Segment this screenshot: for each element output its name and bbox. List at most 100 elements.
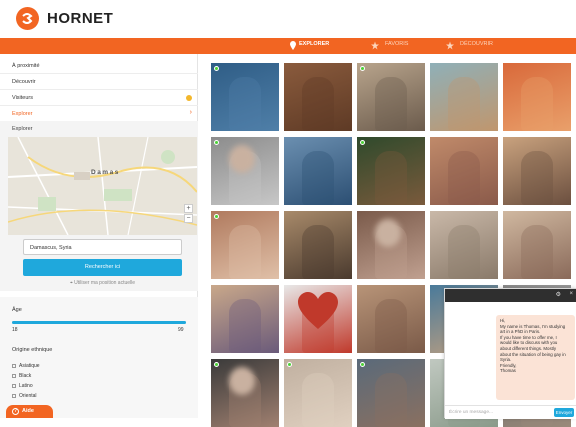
age-range-slider[interactable]	[12, 321, 186, 324]
profile-photo-tile[interactable]	[211, 359, 279, 427]
ethnicity-option-asian[interactable]: Asiatique	[12, 363, 40, 369]
profile-photo	[375, 151, 407, 205]
profile-photo-tile[interactable]	[284, 63, 352, 131]
ethnicity-option-label: Black	[19, 373, 32, 379]
profile-photo	[521, 225, 553, 279]
top-navigation: EXPLORER FAVORIS DÉCOUVRIR	[0, 38, 576, 54]
online-status-dot	[360, 66, 365, 71]
ethnicity-option-label: Oriental	[19, 393, 37, 399]
send-button[interactable]: Envoyer	[554, 408, 574, 417]
profile-photo	[229, 77, 261, 131]
profile-photo-tile[interactable]	[430, 211, 498, 279]
profile-photo	[302, 373, 334, 427]
profile-photo-tile[interactable]	[357, 63, 425, 131]
map-city-label: Damas	[91, 169, 120, 176]
sidebar-item-label: Explorer	[12, 111, 33, 117]
star-icon	[446, 41, 454, 50]
profile-photo	[448, 77, 480, 131]
online-status-dot	[360, 140, 365, 145]
brand-name[interactable]: HORNET	[47, 10, 113, 27]
profile-photo	[229, 225, 261, 279]
app-header: HORNET	[0, 0, 576, 36]
profile-photo	[375, 77, 407, 131]
profile-photo-tile[interactable]	[284, 137, 352, 205]
ethnicity-option-black[interactable]: Black	[12, 373, 31, 379]
ethnicity-option-label: Asiatique	[19, 363, 40, 369]
profile-photo-tile[interactable]	[211, 285, 279, 353]
search-here-button[interactable]: Rechercher ici	[23, 259, 182, 276]
notification-dot-icon	[186, 95, 192, 101]
location-map[interactable]: Damas + −	[8, 137, 197, 235]
settings-icon[interactable]: ⚙	[556, 291, 561, 298]
profile-photo-tile[interactable]	[503, 63, 571, 131]
profile-photo-tile[interactable]	[284, 285, 352, 353]
nav-tab-favoris[interactable]: FAVORIS	[385, 41, 408, 47]
profile-photo-tile[interactable]	[211, 137, 279, 205]
close-icon[interactable]: ×	[569, 291, 573, 297]
nav-tab-explorer[interactable]: EXPLORER	[299, 41, 329, 47]
ethnicity-option-oriental[interactable]: Oriental	[12, 393, 37, 399]
profile-photo-tile[interactable]	[211, 211, 279, 279]
question-icon: ?	[12, 408, 19, 415]
star-icon	[371, 41, 379, 50]
hornet-logo-icon[interactable]	[16, 7, 39, 30]
use-current-position-label: Utiliser ma position actuelle	[74, 280, 136, 286]
profile-photo-tile[interactable]	[284, 359, 352, 427]
city-input[interactable]: Damascus, Syria	[23, 239, 182, 255]
sidebar-item-label: À proximité	[12, 63, 40, 69]
age-min-value: 18	[12, 327, 18, 333]
profile-photo	[229, 299, 261, 353]
age-heading: Âge	[12, 307, 22, 313]
sidebar-item-label: Découvrir	[12, 79, 36, 85]
chat-composer: Écrire un message... Envoyer	[445, 405, 576, 419]
profile-photo-tile[interactable]	[503, 137, 571, 205]
profile-photo-tile[interactable]	[357, 211, 425, 279]
checkbox[interactable]	[12, 363, 16, 368]
ethnicity-option-latino[interactable]: Latino	[12, 383, 33, 389]
sidebar-item-nearby[interactable]: À proximité	[0, 58, 198, 74]
use-current-position-link[interactable]: ⌖ Utiliser ma position actuelle	[23, 280, 182, 286]
profile-photo-tile[interactable]	[357, 285, 425, 353]
zoom-in-button[interactable]: +	[184, 204, 193, 213]
profile-photo	[302, 225, 334, 279]
sidebar-item-discover[interactable]: Découvrir	[0, 74, 198, 90]
heart-icon	[298, 292, 338, 329]
checkbox[interactable]	[12, 393, 16, 398]
profile-photo	[448, 225, 480, 279]
profile-photo-tile[interactable]	[211, 63, 279, 131]
sidebar-item-visitors[interactable]: Visiteurs	[0, 90, 198, 106]
profile-photo-tile[interactable]	[357, 359, 425, 427]
help-button[interactable]: ? Aide	[6, 405, 53, 418]
profile-photo	[302, 151, 334, 205]
profile-photo-tile[interactable]	[430, 137, 498, 205]
profile-photo	[448, 151, 480, 205]
profile-photo-tile[interactable]	[430, 63, 498, 131]
online-status-dot	[360, 362, 365, 367]
chat-messages: Hi, My name is Thomas, I'm studying art …	[445, 302, 576, 413]
profile-photo-tile[interactable]	[503, 211, 571, 279]
zoom-out-button[interactable]: −	[184, 214, 193, 223]
ethnicity-heading: Origine ethnique	[12, 347, 53, 353]
help-label: Aide	[22, 408, 34, 414]
online-status-dot	[214, 362, 219, 367]
explorer-heading: Explorer	[12, 126, 33, 132]
online-status-dot	[287, 362, 292, 367]
chat-window: ⚙ × Hi, My name is Thomas, I'm studying …	[444, 288, 576, 419]
checkbox[interactable]	[12, 373, 16, 378]
online-status-dot	[214, 66, 219, 71]
nav-tab-decouvrir[interactable]: DÉCOUVRIR	[460, 41, 493, 47]
profile-photo-tile[interactable]	[284, 211, 352, 279]
message-input[interactable]: Écrire un message...	[449, 410, 493, 415]
online-status-dot	[214, 140, 219, 145]
age-range-fill	[12, 321, 186, 324]
profile-photo	[302, 77, 334, 131]
profile-photo	[375, 373, 407, 427]
ethnicity-option-label: Latino	[19, 383, 33, 389]
location-pin-icon	[290, 41, 296, 50]
checkbox[interactable]	[12, 383, 16, 388]
chat-header: ⚙ ×	[445, 289, 576, 302]
profile-photo-tile[interactable]	[357, 137, 425, 205]
sidebar-item-explorer[interactable]: Explorer ›	[0, 106, 198, 122]
message-bubble: Hi, My name is Thomas, I'm studying art …	[496, 315, 575, 400]
profile-photo	[521, 77, 553, 131]
